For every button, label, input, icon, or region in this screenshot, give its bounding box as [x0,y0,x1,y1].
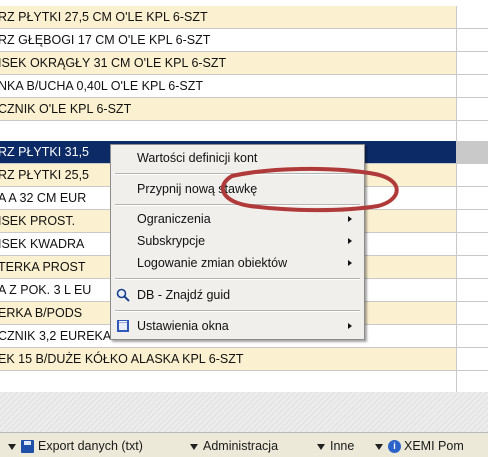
magnifier-icon [116,288,130,302]
export-label: Export danych (txt) [38,439,143,453]
table-cell: CZNIK O'LE KPL 6-SZT [0,98,456,120]
table-row[interactable]: RZ PŁYTKI 27,5 CM O'LE KPL 6-SZT [0,6,488,29]
table-cell: RZ GŁĘBOGI 17 CM O'LE KPL 6-SZT [0,29,456,51]
submenu-arrow-icon [348,238,352,244]
table-cell: EK 15 B/DUŻE KÓŁKO ALASKA KPL 6-SZT [0,348,456,370]
menu-separator [115,310,360,312]
dropdown-arrow-icon [190,443,198,450]
menu-separator [115,278,360,280]
table-cell: NKA B/UCHA 0,40L O'LE KPL 6-SZT [0,75,456,97]
other-menu[interactable]: Inne [317,438,354,454]
menu-item-definitions[interactable]: Wartości definicji kont [111,147,364,169]
table-row[interactable]: RZ GŁĘBOGI 17 CM O'LE KPL 6-SZT [0,29,488,52]
table-row[interactable]: EK 15 B/DUŻE KÓŁKO ALASKA KPL 6-SZT [0,348,488,371]
menu-item-subscriptions[interactable]: Subskrypcje [111,230,364,252]
menu-item-assign-rate[interactable]: Przypnij nową stawkę [111,178,364,200]
menu-item-label: Przypnij nową stawkę [137,182,258,196]
table-row[interactable]: CZNIK O'LE KPL 6-SZT [0,98,488,121]
menu-item-label: DB - Znajdź guid [137,288,231,302]
dropdown-arrow-icon [317,443,325,450]
menu-item-label: Logowanie zmian obiektów [137,256,288,270]
info-icon: i [388,440,401,454]
table-cell: ISEK OKRĄGŁY 31 CM O'LE KPL 6-SZT [0,52,456,74]
menu-item-label: Wartości definicji kont [137,151,258,165]
menu-item-label: Subskrypcje [137,234,206,248]
menu-item-limits[interactable]: Ograniczenia [111,208,364,230]
menu-item-find-guid[interactable]: DB - Znajdź guid [111,284,364,306]
row-tail [457,141,488,163]
menu-item-label: Ustawienia okna [137,319,229,333]
submenu-arrow-icon [348,260,352,266]
submenu-arrow-icon [348,323,352,329]
context-menu: Wartości definicji kont Przypnij nową st… [110,144,365,340]
menu-item-window-settings[interactable]: Ustawienia okna [111,315,364,337]
administration-menu[interactable]: Administracja [190,438,278,454]
bottom-toolbar: Export danych (txt) Administracja Inne i… [0,432,488,457]
submenu-arrow-icon [348,216,352,222]
menu-item-label: Ograniczenia [137,212,211,226]
xemi-menu[interactable]: i XEMI Pom [375,438,464,454]
table-row[interactable]: ISEK OKRĄGŁY 31 CM O'LE KPL 6-SZT [0,52,488,75]
export-menu[interactable]: Export danych (txt) [8,438,143,454]
window-settings-icon [117,320,129,332]
menu-separator [115,173,360,175]
table-row[interactable]: NKA B/UCHA 0,40L O'LE KPL 6-SZT [0,75,488,98]
menu-separator [115,204,360,206]
dropdown-arrow-icon [8,443,16,450]
table-cell: RZ PŁYTKI 27,5 CM O'LE KPL 6-SZT [0,6,456,28]
other-label: Inne [330,439,355,453]
grid-empty-area [0,392,488,432]
menu-item-change-log[interactable]: Logowanie zmian obiektów [111,252,364,274]
xemi-label: XEMI Pom [404,439,464,453]
administration-label: Administracja [203,439,279,453]
dropdown-arrow-icon [375,443,383,450]
floppy-disk-icon [21,440,34,454]
